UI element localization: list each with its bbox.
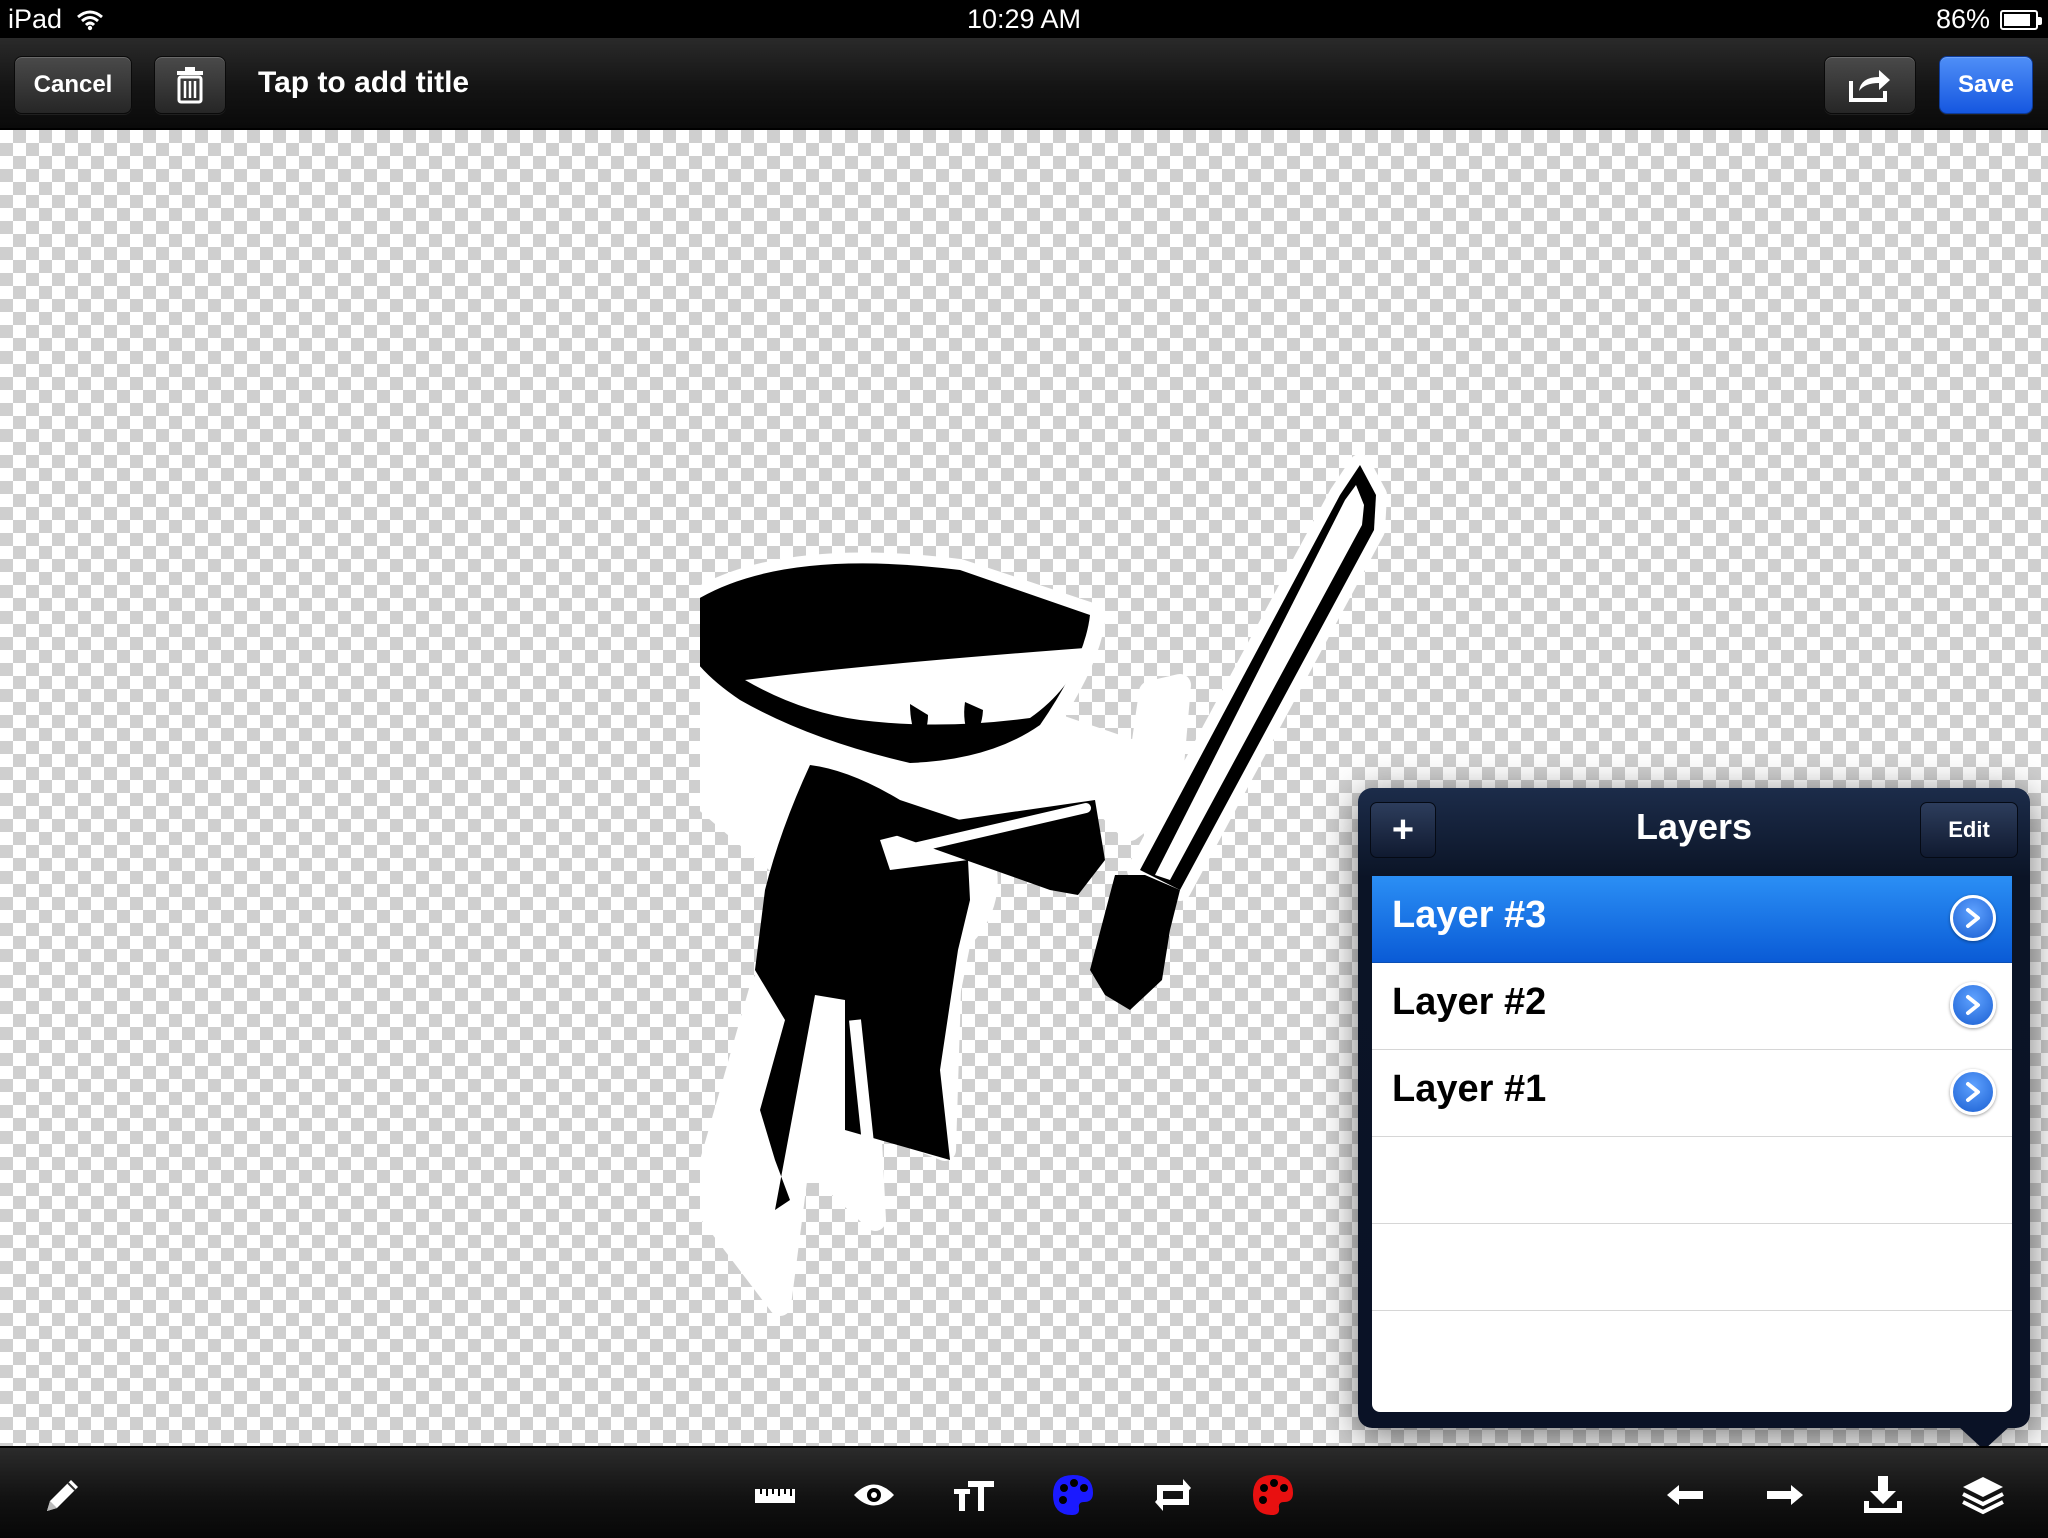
- cancel-button[interactable]: Cancel: [14, 56, 132, 114]
- layer-list: Layer #3 Layer #2 Layer #1: [1372, 876, 2012, 1412]
- ninja-drawing: [700, 454, 1387, 1316]
- top-toolbar: Cancel Tap to add title Save: [0, 38, 2048, 130]
- trash-icon: [177, 67, 203, 104]
- battery-fill: [2004, 13, 2030, 26]
- bottom-toolbar: [0, 1446, 2048, 1538]
- download-icon[interactable]: [1858, 1470, 1908, 1520]
- text-size-icon[interactable]: [949, 1470, 999, 1520]
- transform-icon[interactable]: [1148, 1470, 1198, 1520]
- document-title[interactable]: Tap to add title: [258, 66, 469, 100]
- undo-icon[interactable]: [1660, 1470, 1710, 1520]
- layers-icon[interactable]: [1958, 1470, 2008, 1520]
- redo-icon[interactable]: [1760, 1470, 1810, 1520]
- layer-row[interactable]: Layer #2: [1372, 963, 2012, 1050]
- palette-red-icon[interactable]: [1248, 1470, 1298, 1520]
- ruler-icon[interactable]: [750, 1470, 800, 1520]
- layer-name: Layer #3: [1392, 894, 1547, 936]
- layer-row[interactable]: Layer #3: [1372, 876, 2012, 963]
- empty-row: [1372, 1137, 2012, 1224]
- edit-layers-button[interactable]: Edit: [1920, 802, 2018, 858]
- empty-row: [1372, 1311, 2012, 1398]
- palette-blue-icon[interactable]: [1048, 1470, 1098, 1520]
- delete-button[interactable]: [154, 56, 226, 114]
- share-icon: [1849, 70, 1890, 102]
- status-time: 10:29 AM: [966, 4, 1082, 34]
- layers-popover: + Layers Edit Layer #3 Layer #2 Layer #1: [1358, 788, 2030, 1428]
- chevron-right-icon[interactable]: [1950, 895, 1996, 941]
- status-bar: iPad 10:29 AM 86%: [0, 0, 2048, 38]
- empty-row: [1372, 1224, 2012, 1311]
- battery-icon: [2000, 9, 2042, 30]
- share-button[interactable]: [1824, 56, 1916, 114]
- save-button[interactable]: Save: [1939, 56, 2033, 114]
- battery-percent: 86%: [1935, 4, 1990, 34]
- eye-icon[interactable]: [849, 1470, 899, 1520]
- layer-row[interactable]: Layer #1: [1372, 1050, 2012, 1137]
- chevron-right-icon[interactable]: [1950, 982, 1996, 1028]
- layer-name: Layer #2: [1392, 981, 1547, 1023]
- layer-name: Layer #1: [1392, 1068, 1547, 1110]
- chevron-right-icon[interactable]: [1950, 1069, 1996, 1115]
- pencil-icon[interactable]: [38, 1470, 88, 1520]
